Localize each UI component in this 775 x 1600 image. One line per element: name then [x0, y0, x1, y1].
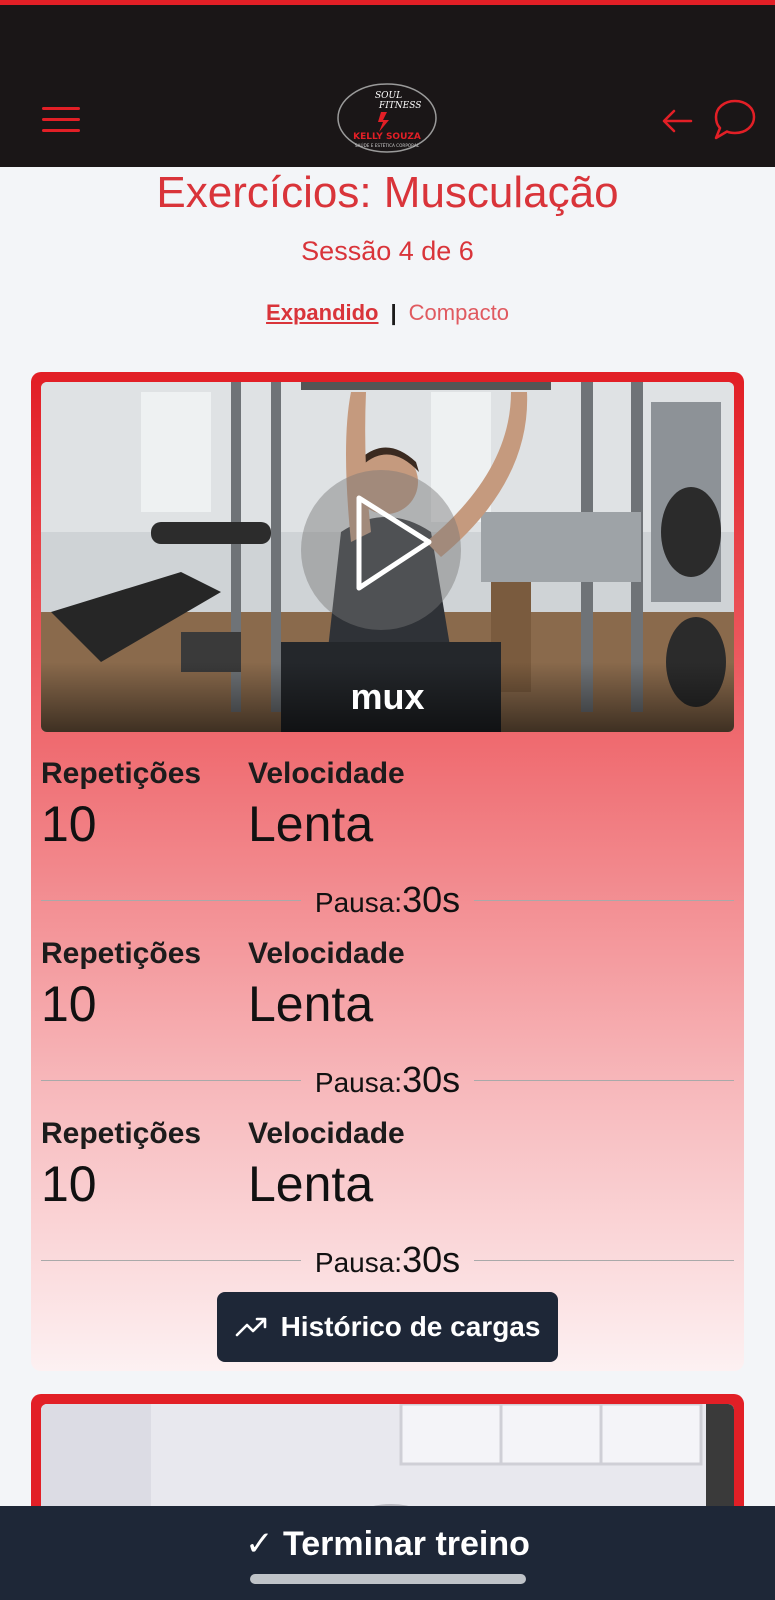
svg-text:SOUL: SOUL: [375, 91, 402, 101]
pause-label: Pausa:: [314, 887, 403, 918]
speed-value: Lenta: [248, 796, 374, 852]
back-arrow-icon[interactable]: [661, 106, 693, 136]
pause-value: 30s: [402, 1059, 461, 1100]
finish-workout-button[interactable]: ✓ Terminar treino: [0, 1506, 775, 1600]
brand-logo: SOUL FITNESS KELLY SOUZA SAÚDE E ESTÉTIC…: [337, 82, 437, 154]
pause-divider: Pausa:30s: [41, 879, 734, 920]
pause-label: Pausa:: [314, 1247, 403, 1278]
compact-view-link[interactable]: Compacto: [409, 300, 509, 325]
page-title: Exercícios: Musculação: [156, 168, 619, 217]
load-history-label: Histórico de cargas: [280, 1311, 541, 1342]
view-toggle: Expandido | Compacto: [0, 300, 775, 326]
play-icon: [356, 495, 432, 591]
session-counter: Sessão 4 de 6: [301, 236, 474, 266]
speed-value: Lenta: [248, 976, 374, 1032]
pause-divider: Pausa:30s: [41, 1239, 734, 1280]
video-provider-label: mux: [350, 676, 425, 717]
reps-value: 10: [41, 976, 97, 1032]
reps-label: Repetições: [41, 937, 202, 970]
speed-label: Velocidade: [248, 937, 405, 970]
speed-label: Velocidade: [248, 1117, 405, 1150]
exercise-video[interactable]: mux: [41, 382, 734, 732]
home-indicator[interactable]: [250, 1574, 526, 1584]
pause-label: Pausa:: [314, 1067, 403, 1098]
finish-workout-label: ✓ Terminar treino: [245, 1525, 530, 1563]
play-button[interactable]: [301, 470, 461, 630]
svg-text:SAÚDE E ESTÉTICA CORPORAL: SAÚDE E ESTÉTICA CORPORAL: [355, 143, 420, 148]
speed-value: Lenta: [248, 1156, 374, 1212]
menu-icon[interactable]: [42, 107, 82, 133]
reps-label: Repetições: [41, 757, 202, 790]
reps-value: 10: [41, 1156, 97, 1212]
pause-value: 30s: [402, 879, 461, 920]
chat-bubble-icon[interactable]: [710, 96, 758, 144]
trending-up-icon: [235, 1317, 266, 1337]
video-caption: mux: [41, 662, 734, 732]
load-history-button[interactable]: Histórico de cargas: [217, 1292, 558, 1362]
pause-divider: Pausa:30s: [41, 1059, 734, 1100]
exercise-card: mux Repetições Velocidade 10 Lenta Pausa…: [31, 372, 744, 1371]
pause-value: 30s: [402, 1239, 461, 1280]
svg-text:KELLY SOUZA: KELLY SOUZA: [353, 132, 421, 142]
expanded-view-link[interactable]: Expandido: [266, 300, 378, 325]
reps-value: 10: [41, 796, 97, 852]
svg-text:FITNESS: FITNESS: [378, 101, 421, 111]
reps-label: Repetições: [41, 1117, 202, 1150]
speed-label: Velocidade: [248, 757, 405, 790]
toggle-separator: |: [390, 300, 397, 325]
